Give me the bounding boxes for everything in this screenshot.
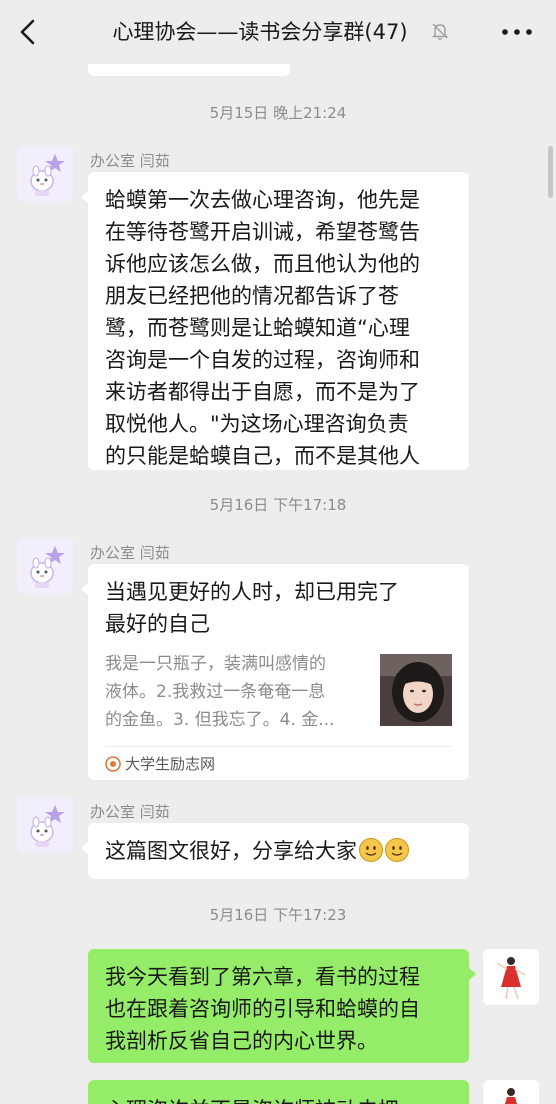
message-line: 在等待苍鹭开启训诫，希望苍鹭告 (105, 220, 420, 244)
message-bubble[interactable]: 这篇图文很好，分享给大家 (81, 823, 469, 879)
avatar[interactable] (17, 146, 73, 202)
message-list[interactable]: 5月15日 晚上21:24 办公室 闫茹 蛤蟆第一次去做心理咨询，他先是 在等待… (0, 64, 556, 1104)
message-text: 这篇图文很好，分享给大家 (105, 839, 357, 863)
message-line: 也在跟着咨询师的引导和蛤蟆的自 (105, 997, 420, 1021)
avatar-image (17, 797, 73, 853)
own-avatar-image (483, 1080, 539, 1104)
message-line: 蛤蟆第一次去做心理咨询，他先是 (105, 188, 420, 212)
own-message-bubble[interactable]: 我今天看到了第六章，看书的过程 也在跟着咨询师的引导和蛤蟆的自 我剖析反省自己的… (88, 949, 476, 1063)
avatar-image (17, 146, 73, 202)
message-line: 朋友已经把他的情况都告诉了苍 (105, 284, 399, 308)
message-line: 来访者都得出于自愿，而不是为了 (105, 380, 420, 404)
card-title-line: 当遇见更好的人时，却已用完了 (105, 580, 399, 604)
smile-emoji-icon (359, 838, 383, 862)
previous-message-bubble[interactable] (88, 64, 290, 76)
card-title-line: 最好的自己 (105, 612, 210, 636)
message-line: 取悦他人。"为这场心理咨询负责 (105, 412, 409, 436)
message-line: 咨询是一个自发的过程，咨询师和 (105, 348, 420, 372)
card-thumbnail (380, 654, 452, 726)
mute-bell-icon (431, 23, 449, 40)
avatar[interactable] (17, 797, 73, 853)
more-dots-icon[interactable] (500, 20, 534, 44)
card-desc-line: 的金鱼。3. 但我忘了。4. 金... (105, 710, 335, 730)
avatar-image (17, 538, 73, 594)
sender-name: 办公室 闫茹 (90, 803, 170, 821)
timestamp: 5月16日 下午17:18 (209, 496, 347, 514)
card-divider (105, 746, 452, 747)
message-line: 心理咨询并不是咨询师被动去把 (105, 1094, 452, 1104)
card-source: 大学生励志网 (105, 752, 215, 776)
timestamp: 5月16日 下午17:23 (209, 906, 347, 924)
own-message-bubble[interactable]: 心理咨询并不是咨询师被动去把 (88, 1080, 469, 1104)
message-bubble[interactable]: 蛤蟆第一次去做心理咨询，他先是 在等待苍鹭开启训诫，希望苍鹭告 诉他应该怎么做，… (81, 172, 469, 470)
scrollbar[interactable] (548, 146, 553, 198)
card-desc-line: 液体。2.我救过一条奄奄一息 (105, 682, 326, 702)
message-line: 我今天看到了第六章，看书的过程 (105, 965, 420, 989)
back-arrow-icon[interactable] (18, 18, 38, 46)
card-source-name: 大学生励志网 (125, 755, 216, 773)
message-line: 诉他应该怎么做，而且他认为他的 (105, 252, 420, 276)
message-line: 的只能是蛤蟆自己，而不是其他人 (105, 444, 420, 468)
card-desc-line: 我是一只瓶子，装满叫感情的 (105, 654, 326, 674)
message-line: 鹭，而苍鹭则是让蛤蟆知道“心理 (105, 316, 410, 340)
message-line: 我剖析反省自己的内心世界。 (105, 1029, 378, 1053)
source-logo-icon (105, 756, 121, 772)
chat-title[interactable]: 心理协会——读书会分享群(47) (90, 16, 430, 48)
timestamp: 5月15日 晚上21:24 (209, 104, 347, 122)
link-card[interactable]: 当遇见更好的人时，却已用完了 最好的自己 我是一只瓶子，装满叫感情的 液体。2.… (81, 564, 469, 780)
chat-header: 心理协会——读书会分享群(47) (0, 0, 556, 64)
own-avatar[interactable] (483, 1080, 539, 1104)
own-avatar-image (483, 949, 539, 1005)
sender-name: 办公室 闫茹 (90, 544, 170, 562)
sender-name: 办公室 闫茹 (90, 152, 170, 170)
avatar[interactable] (17, 538, 73, 594)
card-description: 我是一只瓶子，装满叫感情的 液体。2.我救过一条奄奄一息 的金鱼。3. 但我忘了… (105, 650, 357, 734)
own-avatar[interactable] (483, 949, 539, 1005)
smile-emoji-icon (385, 838, 409, 862)
